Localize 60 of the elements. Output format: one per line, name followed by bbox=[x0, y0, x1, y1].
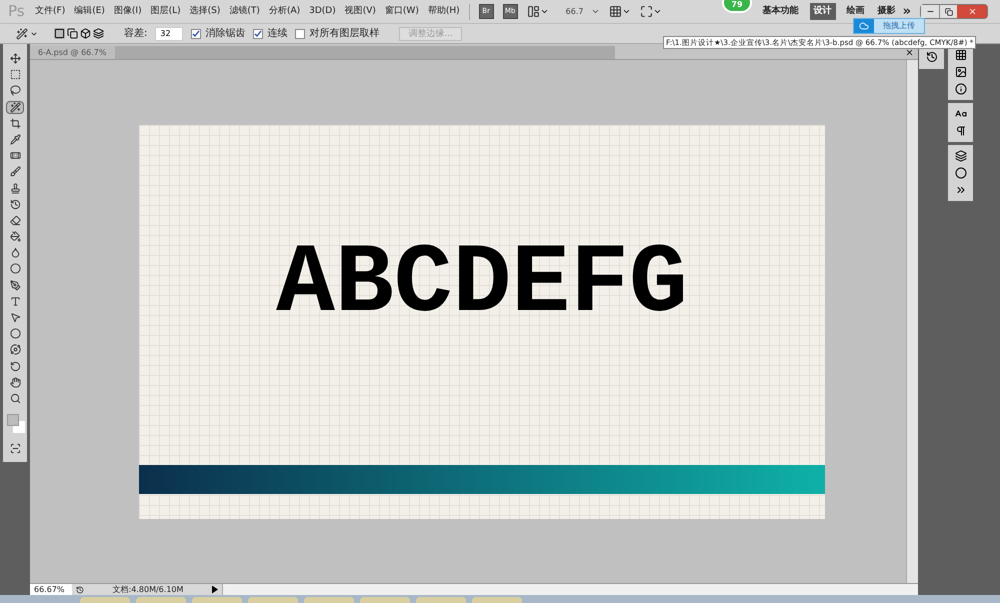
swatches-icon[interactable] bbox=[954, 49, 966, 61]
tolerance-label: 容差: bbox=[124, 26, 148, 41]
document-info: 文档:4.80M/6.10M bbox=[112, 584, 184, 596]
magic-wand-icon[interactable] bbox=[16, 28, 28, 40]
history-panel-icon[interactable] bbox=[926, 50, 938, 62]
canvas-heading: ABCDEFG bbox=[276, 236, 688, 334]
menu-item[interactable]: 选择(S) bbox=[190, 4, 220, 18]
magic-wand-icon[interactable] bbox=[6, 100, 24, 114]
restore-icon bbox=[944, 8, 952, 16]
arrange-icon[interactable] bbox=[609, 5, 622, 18]
restore-button[interactable] bbox=[939, 5, 957, 18]
styles-icon[interactable] bbox=[954, 66, 966, 78]
caret-icon[interactable] bbox=[540, 7, 549, 16]
menu-item[interactable]: 滤镜(T) bbox=[229, 4, 260, 18]
view-extras-icon[interactable] bbox=[526, 5, 540, 18]
caret-icon[interactable] bbox=[653, 7, 662, 16]
add-selection-icon[interactable] bbox=[67, 28, 78, 39]
status-icon bbox=[76, 586, 84, 594]
menu-item[interactable]: 视图(V) bbox=[344, 4, 376, 18]
workspace-button[interactable]: 设计 bbox=[810, 2, 836, 20]
check-icon bbox=[254, 30, 262, 38]
check-icon bbox=[192, 30, 200, 38]
checkbox-label: 消除锯齿 bbox=[205, 26, 246, 41]
workspace-button[interactable]: 绘画 bbox=[844, 4, 867, 18]
workspace-button[interactable]: 基本功能 bbox=[760, 4, 801, 18]
checkbox[interactable] bbox=[295, 28, 306, 38]
info-icon[interactable] bbox=[954, 83, 966, 95]
screen-mode-icon[interactable] bbox=[640, 5, 654, 18]
zoom-level[interactable]: 66.67% bbox=[30, 584, 72, 596]
close-icon bbox=[968, 7, 976, 16]
notification-badge: 79 bbox=[722, 0, 752, 13]
cloud-icon bbox=[859, 21, 869, 31]
menu-item[interactable]: 窗口(W) bbox=[384, 4, 419, 18]
menu-item[interactable]: 分析(A) bbox=[268, 4, 300, 18]
checkbox[interactable] bbox=[191, 28, 202, 38]
workspace-button[interactable]: 摄影 bbox=[876, 4, 898, 18]
tolerance-field[interactable]: 32 bbox=[155, 26, 184, 40]
close-icon[interactable] bbox=[905, 48, 914, 57]
zoom-dropdown[interactable]: 66.7 bbox=[566, 6, 600, 18]
paragraph-icon[interactable] bbox=[954, 125, 966, 137]
menu-item[interactable]: 编辑(E) bbox=[74, 4, 105, 18]
horizontal-scrollbar[interactable] bbox=[222, 584, 918, 595]
caret-icon[interactable] bbox=[622, 7, 632, 16]
new-selection-icon[interactable] bbox=[54, 28, 65, 39]
app-logo: Ps bbox=[8, 1, 26, 22]
document-tab[interactable]: 6-A.psd @ 66.7% bbox=[30, 46, 114, 59]
upload-popup[interactable]: 拖拽上传 bbox=[853, 18, 925, 34]
checkbox-label: 对所有图层取样 bbox=[309, 26, 380, 41]
menu-item[interactable]: 文件(F) bbox=[35, 4, 66, 18]
layers-icon[interactable] bbox=[954, 150, 966, 162]
menu-item[interactable]: 图像(I) bbox=[114, 4, 142, 18]
menu-item[interactable]: 帮助(H) bbox=[428, 4, 460, 18]
menu-item[interactable]: 3D(D) bbox=[309, 4, 336, 18]
vertical-scrollbar[interactable] bbox=[906, 60, 918, 583]
caret-icon bbox=[591, 7, 600, 16]
minimize-button[interactable] bbox=[921, 5, 939, 18]
checkbox[interactable] bbox=[253, 28, 264, 38]
checkbox-label: 连续 bbox=[267, 26, 288, 41]
quick-mask-icon[interactable] bbox=[10, 443, 20, 454]
menu-item[interactable]: 图层(L) bbox=[150, 4, 181, 18]
